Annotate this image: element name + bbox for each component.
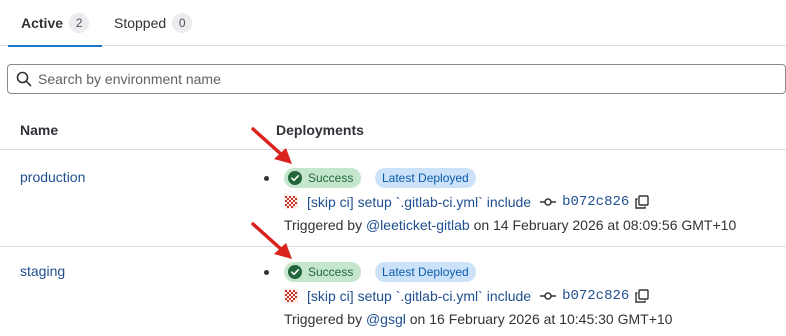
commit-title-link[interactable]: [skip ci] setup `.gitlab-ci.yml` include — [307, 194, 531, 210]
pattern-avatar-icon — [284, 195, 298, 209]
user-link[interactable]: @leeticket-gitlab — [366, 217, 470, 233]
commit-line: [skip ci] setup `.gitlab-ci.yml` include… — [284, 287, 649, 305]
environment-link-staging[interactable]: staging — [20, 263, 65, 279]
tab-active-count: 2 — [69, 12, 90, 33]
header-divider — [0, 149, 786, 150]
tab-stopped-count: 0 — [172, 13, 193, 33]
commit-title-link[interactable]: [skip ci] setup `.gitlab-ci.yml` include — [307, 288, 531, 304]
list-bullet — [264, 270, 269, 275]
status-badge-success[interactable]: Success — [284, 168, 362, 188]
latest-deployed-badge: Latest Deployed — [375, 168, 476, 188]
tab-active-label: Active — [21, 14, 64, 31]
tab-active[interactable]: Active 2 — [8, 0, 103, 47]
tab-stopped[interactable]: Stopped 0 — [106, 0, 200, 46]
commit-icon — [540, 198, 557, 206]
environment-link-production[interactable]: production — [20, 169, 85, 185]
commit-sha-link[interactable]: b072c826 — [562, 288, 629, 304]
check-circle-icon — [288, 171, 302, 185]
latest-deployed-badge: Latest Deployed — [375, 262, 476, 282]
red-arrow-icon — [251, 222, 292, 259]
status-badge-label: Success — [308, 171, 354, 185]
check-circle-icon — [288, 265, 302, 279]
tab-stopped-label: Stopped — [114, 15, 167, 31]
status-badge-success[interactable]: Success — [284, 262, 362, 282]
triggered-by-prefix: Triggered by — [284, 311, 363, 327]
commit-sha-link[interactable]: b072c826 — [562, 194, 629, 210]
triggered-by-text: Triggered by @gsgl on 16 February 2026 a… — [284, 311, 672, 327]
commit-icon — [540, 292, 557, 300]
copy-sha-button[interactable] — [635, 195, 649, 209]
pattern-avatar-icon — [284, 289, 298, 303]
deployment-date: on 16 February 2026 at 10:45:30 GMT+10 — [409, 311, 673, 327]
copy-icon — [635, 289, 649, 303]
user-link[interactable]: @gsgl — [366, 311, 406, 327]
deployment-date: on 14 February 2026 at 08:09:56 GMT+10 — [473, 217, 737, 233]
search-icon — [16, 71, 32, 87]
red-arrow-icon — [251, 127, 292, 164]
commit-line: [skip ci] setup `.gitlab-ci.yml` include… — [284, 193, 649, 211]
row-divider — [0, 246, 786, 247]
column-header-name: Name — [20, 122, 59, 138]
search-input[interactable] — [38, 71, 738, 87]
search-box — [7, 64, 786, 94]
copy-icon — [635, 195, 649, 209]
environment-tabs: Active 2 Stopped 0 — [0, 0, 786, 47]
list-bullet — [264, 176, 269, 181]
copy-sha-button[interactable] — [635, 289, 649, 303]
status-badge-label: Success — [308, 265, 354, 279]
triggered-by-text: Triggered by @leeticket-gitlab on 14 Feb… — [284, 217, 736, 233]
